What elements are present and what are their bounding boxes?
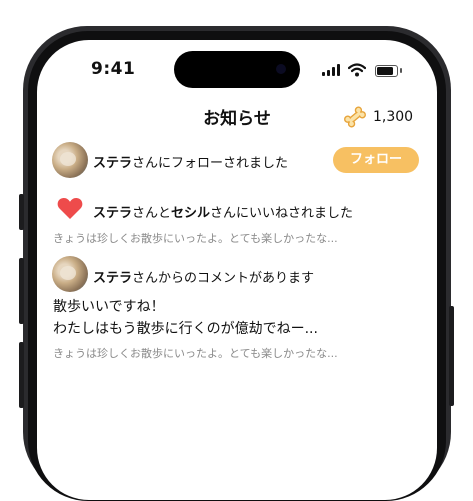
action-button [19,194,24,230]
notification-text: ステラさんからのコメントがあります [93,267,314,286]
bone-icon [344,106,366,128]
comment-line-2: わたしはもう散歩に行くのが億劫でねー... [53,321,318,337]
avatar[interactable] [52,256,88,292]
front-camera [276,64,286,74]
notification-message: さんにフォローされました [132,156,289,171]
notification-message: さんからのコメントがあります [132,271,315,286]
avatar[interactable] [52,142,88,178]
user-name-2: セシル [171,206,211,221]
screen: 9:41 お知らせ 1,300 ステラさんにフォローされました フォロー ステラ… [37,40,437,500]
follow-button[interactable]: フォロー [333,147,419,173]
wifi-icon [348,63,366,77]
points-value: 1,300 [373,109,414,125]
status-time: 9:41 [91,59,136,79]
user-name: ステラ [93,156,133,171]
post-preview: きょうは珍しくお散歩にいったよ。とても楽しかったな... [53,232,338,245]
heart-icon [57,197,83,219]
power-button [449,306,454,406]
user-name: ステラ [93,206,133,221]
battery-icon [375,65,398,77]
notification-text: ステラさんとセシルさんにいいねされました [93,206,354,221]
volume-up-button [19,258,24,324]
notification-text: ステラさんにフォローされました [93,152,288,171]
comment-line-1: 散歩いいですね！ [53,299,165,315]
dynamic-island [174,51,300,88]
volume-down-button [19,342,24,408]
user-name: ステラ [93,271,133,286]
post-preview: きょうは珍しくお散歩にいったよ。とても楽しかったな... [53,347,338,360]
signal-icon [322,64,342,76]
notification-message: さんにいいねされました [210,206,354,221]
